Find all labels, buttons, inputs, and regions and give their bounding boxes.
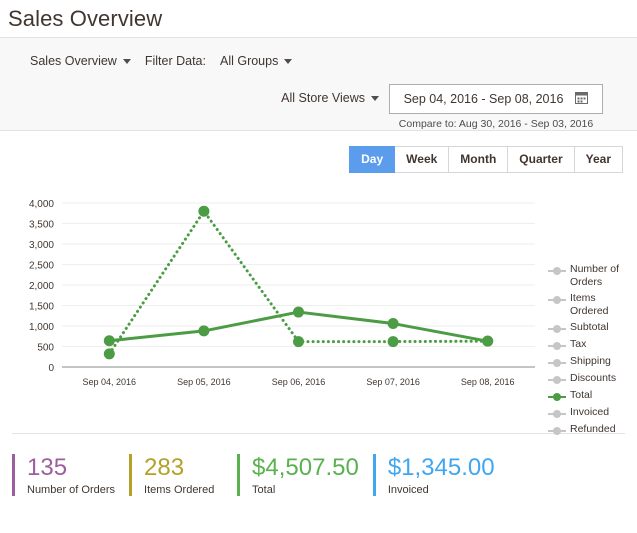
x-axis-tick-label: Sep 07, 2016: [366, 377, 420, 387]
series-point: [482, 335, 494, 347]
kpi-label: Number of Orders: [27, 484, 116, 496]
kpi-value: $1,345.00: [387, 454, 495, 481]
legend-marker-icon: [548, 323, 566, 335]
sales-chart: 4,000 3,500 3,000 2,500 2,000 1,500 1,000 500 0 S…: [0, 189, 637, 435]
series-point: [103, 348, 115, 360]
legend-item-tax[interactable]: Tax: [548, 338, 636, 352]
legend-marker-icon: [548, 391, 566, 403]
tab-year[interactable]: Year: [574, 146, 623, 173]
y-axis-tick-label: 500: [37, 343, 54, 354]
store-view-select-label: All Store Views: [281, 91, 365, 105]
kpi-label: Total: [252, 484, 276, 496]
compare-to-label: Compare to: Aug 30, 2016 - Sep 03, 2016: [398, 118, 594, 130]
y-axis-tick-label: 3,500: [29, 220, 54, 231]
legend-item-total[interactable]: Total: [548, 389, 636, 403]
filter-row-secondary: All Store Views Sep 04, 2016 - Sep 08, 2…: [12, 84, 625, 130]
legend-label: Refunded: [570, 423, 616, 435]
legend-marker-icon: [548, 425, 566, 437]
y-axis-tick-label: 1,500: [29, 302, 54, 313]
legend-label: Shipping: [570, 355, 611, 367]
legend-label: Subtotal: [570, 321, 609, 333]
legend-label: Items Ordered: [570, 292, 609, 317]
filter-row-primary: Sales Overview Filter Data: All Groups: [12, 48, 625, 74]
report-select[interactable]: Sales Overview: [30, 54, 131, 68]
group-select-label: All Groups: [219, 54, 279, 68]
tab-quarter[interactable]: Quarter: [508, 146, 575, 173]
y-axis-tick-label: 0: [48, 363, 54, 374]
legend-label: Number of Orders: [570, 263, 620, 288]
kpi-invoiced: $1,345.00 Invoiced: [372, 454, 509, 496]
legend-marker-icon: [548, 294, 566, 306]
series-point: [198, 325, 210, 337]
chevron-down-icon: [371, 95, 379, 101]
legend-label: Tax: [570, 338, 587, 350]
kpi-label: Items Ordered: [144, 484, 215, 496]
kpi-total: $4,507.50 Total: [237, 454, 373, 496]
legend-item-invoiced[interactable]: Invoiced: [548, 406, 636, 420]
legend-item-shipping[interactable]: Shipping: [548, 355, 636, 369]
totals-row: 135 Number of Orders 283 Items Ordered $…: [12, 433, 625, 496]
period-tabs: Day Week Month Quarter Year: [0, 131, 637, 173]
tab-week[interactable]: Week: [395, 146, 450, 173]
chart-legend: Number of Orders Items Ordered Subtotal …: [548, 263, 636, 440]
legend-marker-icon: [548, 265, 566, 277]
report-select-label: Sales Overview: [30, 54, 117, 68]
kpi-label: Invoiced: [387, 484, 429, 496]
chevron-down-icon: [122, 58, 131, 64]
tab-day[interactable]: Day: [349, 146, 396, 173]
group-select[interactable]: All Groups: [219, 54, 293, 68]
series-point: [293, 336, 304, 348]
filter-data-label: Filter Data:: [144, 54, 206, 68]
legend-label: Total: [570, 389, 593, 401]
date-range-block: Sep 04, 2016 - Sep 08, 2016 Compare to: …: [389, 84, 603, 130]
filter-bar: Sales Overview Filter Data: All Groups A…: [0, 38, 637, 131]
x-axis-tick-label: Sep 08, 2016: [461, 377, 515, 387]
legend-item-subtotal[interactable]: Subtotal: [548, 321, 636, 335]
legend-marker-icon: [548, 340, 566, 352]
series-point: [293, 306, 304, 318]
kpi-number-of-orders: 135 Number of Orders: [12, 454, 129, 496]
x-axis-tick-label: Sep 05, 2016: [177, 377, 231, 387]
x-axis-tick-label: Sep 06, 2016: [272, 377, 326, 387]
kpi-value: 135: [27, 454, 68, 481]
kpi-value: 283: [144, 454, 185, 481]
legend-item-number-of-orders[interactable]: Number of Orders: [548, 263, 636, 289]
y-axis-tick-label: 2,500: [29, 261, 54, 272]
chart-panel: Day Week Month Quarter Year 4,000 3,500 3,…: [0, 131, 637, 496]
x-axis-tick-label: Sep 04, 2016: [83, 377, 137, 387]
chevron-down-icon: [284, 58, 293, 64]
legend-item-items-ordered[interactable]: Items Ordered: [548, 292, 636, 318]
y-axis-tick-label: 2,000: [29, 281, 54, 292]
series-point: [387, 336, 399, 348]
legend-item-refunded[interactable]: Refunded: [548, 423, 636, 437]
date-range-value: Sep 04, 2016 - Sep 08, 2016: [403, 92, 564, 106]
legend-label: Discounts: [570, 372, 617, 384]
kpi-items-ordered: 283 Items Ordered: [129, 454, 237, 496]
date-range-input[interactable]: Sep 04, 2016 - Sep 08, 2016: [389, 84, 603, 114]
legend-marker-icon: [548, 357, 566, 369]
page-title: Sales Overview: [8, 6, 163, 31]
legend-marker-icon: [548, 374, 566, 386]
legend-marker-icon: [548, 408, 566, 420]
y-axis-tick-label: 1,000: [29, 322, 54, 333]
series-point: [387, 318, 399, 330]
legend-item-discounts[interactable]: Discounts: [548, 372, 636, 386]
store-view-select[interactable]: All Store Views: [281, 84, 379, 105]
page-header: Sales Overview: [0, 0, 637, 38]
calendar-icon[interactable]: [575, 91, 589, 107]
y-axis-tick-label: 4,000: [29, 199, 54, 210]
y-axis-tick-label: 3,000: [29, 240, 54, 251]
series-line: [107, 209, 490, 356]
series-point: [198, 205, 210, 217]
chart-canvas: 4,000 3,500 3,000 2,500 2,000 1,500 1,000 500 0 S…: [29, 199, 535, 387]
legend-label: Invoiced: [570, 406, 610, 418]
tab-month[interactable]: Month: [449, 146, 509, 173]
kpi-value: $4,507.50: [252, 454, 359, 481]
series-point: [103, 335, 115, 347]
